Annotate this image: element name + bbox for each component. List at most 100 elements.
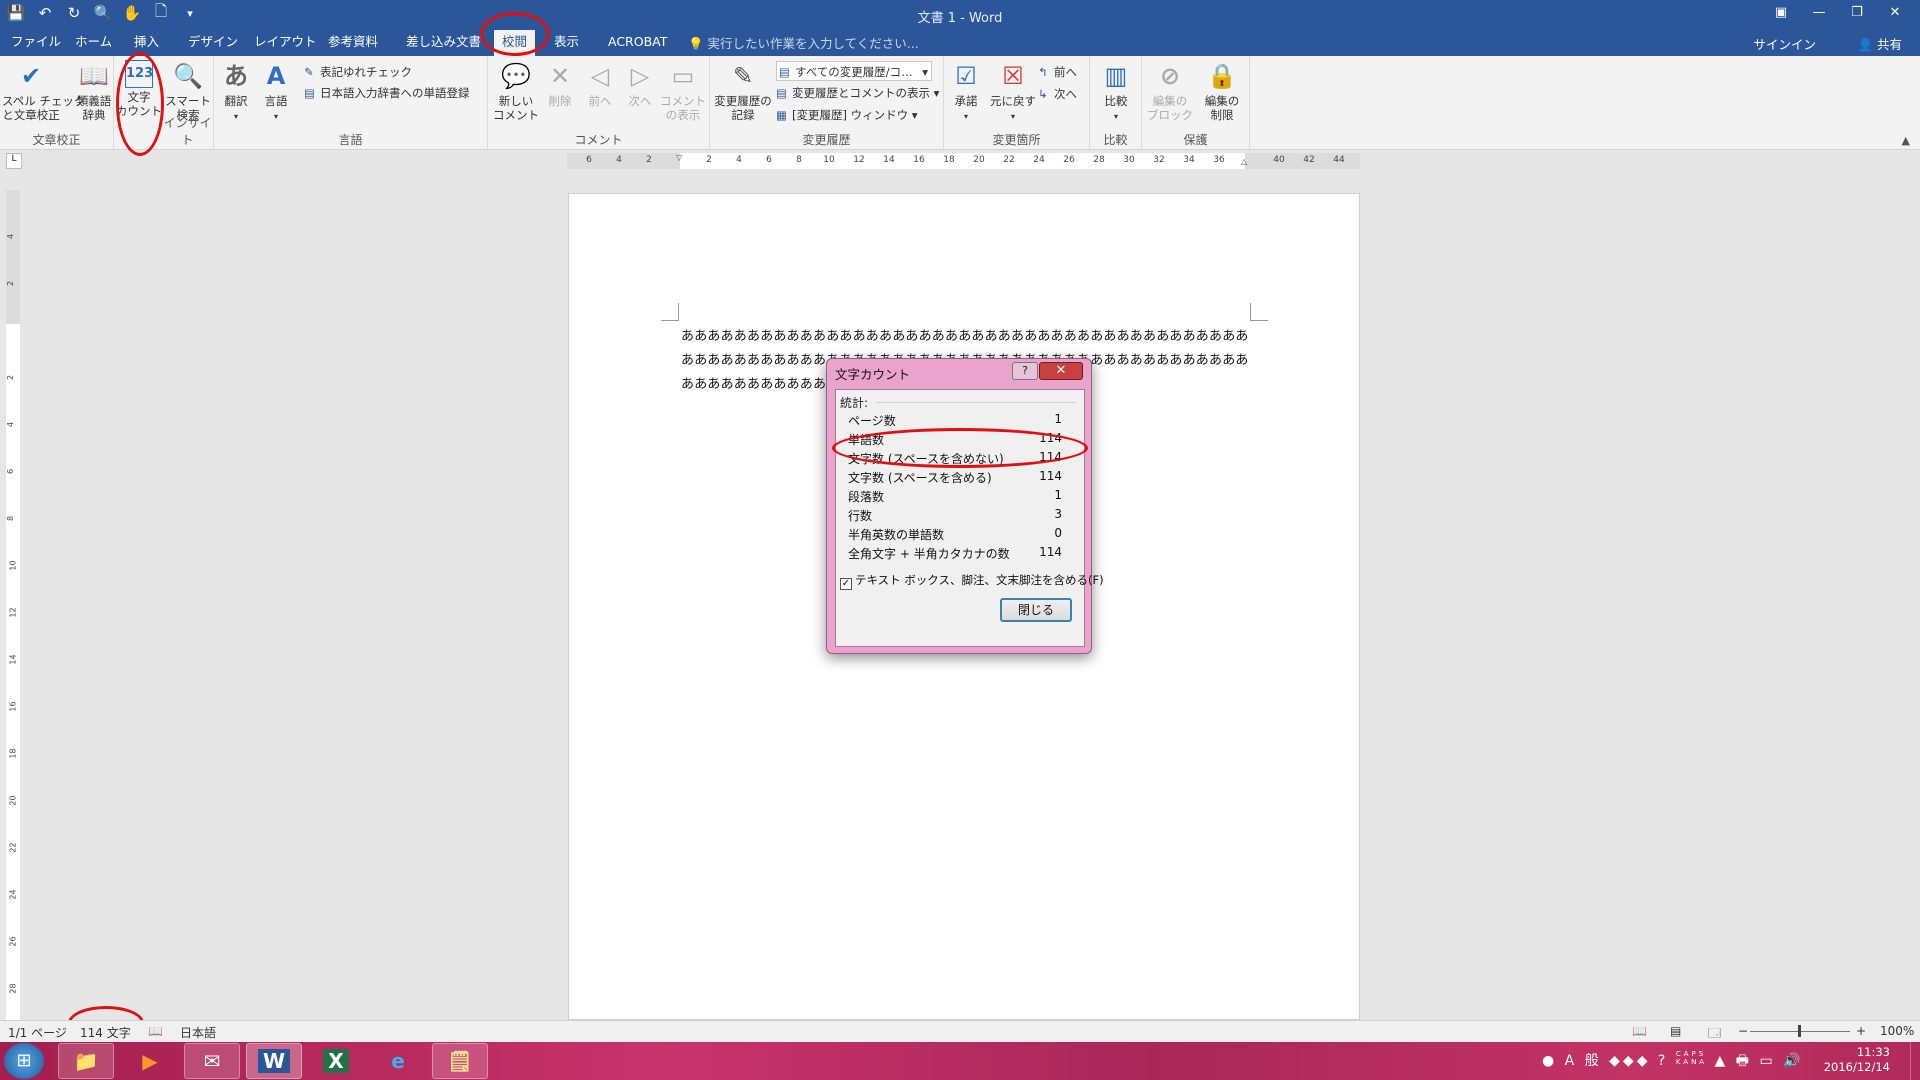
next-change-button[interactable]: ↳ 次へ <box>1038 84 1077 104</box>
include-textboxes-checkbox[interactable]: ✓ テキスト ボックス、脚注、文末脚注を含める(F) <box>840 572 1104 590</box>
thunderbird-taskbar-button[interactable]: ✉ <box>184 1043 240 1079</box>
ruler-number: 12 <box>853 155 865 165</box>
prev-change-button[interactable]: ↰ 前へ <box>1038 62 1077 82</box>
tab-layout[interactable]: レイアウト <box>246 33 325 55</box>
collapse-ribbon-icon[interactable]: ▲ <box>1902 134 1910 147</box>
new-comment-button[interactable]: 💬 新しい コメント <box>492 60 540 122</box>
reject-button[interactable]: ☒ 元に戻す ▾ <box>986 60 1040 124</box>
stat-value: 114 <box>1039 431 1062 445</box>
word-count-button[interactable]: 123 文字 カウント <box>116 60 162 118</box>
network-icon[interactable]: ▭ <box>1759 1053 1775 1069</box>
indent-marker-icon[interactable]: ▽ <box>676 153 682 162</box>
ime-dictionary-button[interactable]: ▤ 日本語入力辞書への単語登録 <box>304 83 470 103</box>
tray-app-icon[interactable]: ◆◆◆ <box>1609 1053 1650 1069</box>
restore-icon[interactable]: ❐ <box>1838 2 1876 24</box>
tab-acrobat[interactable]: ACROBAT <box>600 33 675 55</box>
signin-link[interactable]: サインイン <box>1753 34 1816 53</box>
printer-icon[interactable]: 🖶 <box>1736 1053 1752 1069</box>
sticky-notes-taskbar-button[interactable]: 🗒 <box>432 1043 488 1079</box>
block-authors-button[interactable]: ⊘ 編集の ブロック <box>1144 60 1196 122</box>
show-markup-button[interactable]: ▤ 変更履歴とコメントの表示 ▾ <box>776 83 939 103</box>
group-proofing-label: 文章校正 <box>32 133 81 147</box>
show-desktop-button[interactable] <box>1910 1042 1920 1080</box>
help-icon[interactable]: ? <box>1658 1053 1668 1069</box>
ribbon-display-icon[interactable]: ▣ <box>1762 2 1800 24</box>
markup-select[interactable]: ▤ すべての変更履歴/コ… ▾ <box>776 61 932 81</box>
delete-comment-button[interactable]: ✕ 削除 <box>540 60 580 108</box>
compare-button[interactable]: ▥ 比較 ▾ <box>1094 60 1138 124</box>
right-indent-icon[interactable]: △ <box>1241 157 1247 166</box>
vertical-ruler: 4 2 2 4 6 8 10 12 14 16 18 20 22 24 26 28 <box>6 190 20 1020</box>
start-button[interactable]: ⊞ <box>4 1043 44 1079</box>
notification-icon[interactable]: ● <box>1542 1053 1557 1069</box>
excel-icon: X <box>323 1049 349 1073</box>
tab-design[interactable]: デザイン <box>180 33 246 55</box>
media-player-taskbar-button[interactable]: ▶ <box>122 1043 178 1079</box>
smart-lookup-button[interactable]: 🔍 スマート 検索 <box>164 60 212 122</box>
clock-time: 11:33 <box>1856 1045 1890 1059</box>
ruler-number: 20 <box>973 155 985 165</box>
thesaurus-button[interactable]: 📖 類義語 辞典 <box>72 60 116 122</box>
vruler-number: 2 <box>6 280 16 287</box>
tab-home[interactable]: ホーム <box>67 33 120 55</box>
tab-view[interactable]: 表示 <box>546 33 587 55</box>
tab-review[interactable]: 校閲 <box>494 30 536 56</box>
clock[interactable]: 11:33 2016/12/14 <box>1824 1045 1890 1075</box>
minimize-icon[interactable]: — <box>1800 2 1838 24</box>
volume-icon[interactable]: 🔊 <box>1783 1053 1803 1069</box>
language-button[interactable]: A 言語 ▾ <box>256 60 296 124</box>
language-status[interactable]: 日本語 <box>180 1024 216 1041</box>
accept-button[interactable]: ☑ 承諾 ▾ <box>946 60 986 124</box>
vruler-number: 18 <box>8 748 18 759</box>
delete-comment-icon: ✕ <box>549 62 571 90</box>
proofing-status-icon[interactable]: 📖 <box>148 1024 163 1038</box>
tab-file[interactable]: ファイル <box>3 33 69 55</box>
help-button[interactable]: ? <box>1012 362 1038 380</box>
zoom-out-button[interactable]: − <box>1738 1024 1748 1038</box>
explorer-taskbar-button[interactable]: 📁 <box>58 1043 114 1079</box>
dialog-close-icon[interactable]: ✕ <box>1039 362 1083 380</box>
vruler-number: 6 <box>6 468 16 475</box>
tab-references[interactable]: 参考資料 <box>320 33 386 55</box>
show-comments-icon: ▭ <box>671 62 695 90</box>
clock-date: 2016/12/14 <box>1823 1060 1890 1074</box>
track-changes-button[interactable]: ✎ 変更履歴の 記録 <box>712 60 774 122</box>
tab-insert[interactable]: 挿入 <box>126 33 167 55</box>
hyoki-check-button[interactable]: ✎ 表記ゆれチェック <box>304 62 412 82</box>
print-layout-icon[interactable]: ▤ <box>1670 1024 1681 1038</box>
dialog-body: 統計: ページ数 1 単語数 114 文字数 (スペースを含めない) 114 文字数 … <box>835 389 1104 647</box>
tell-me-box[interactable]: 💡 実行したい作業を入力してください... <box>688 33 919 52</box>
show-hidden-icons[interactable]: ▲ <box>1715 1053 1729 1069</box>
translate-button[interactable]: あ翻訳 ▾ <box>216 60 256 124</box>
close-icon[interactable]: ✕ <box>1876 2 1914 24</box>
reviewing-pane-button[interactable]: ▦ [変更履歴] ウィンドウ ▾ <box>776 105 918 125</box>
read-mode-icon[interactable]: 📖 <box>1632 1024 1647 1038</box>
close-button[interactable]: 閉じる <box>1000 598 1072 622</box>
group-comments-label: コメント <box>574 133 623 147</box>
page-count[interactable]: 1/1 ページ <box>8 1024 67 1041</box>
word-count-status[interactable]: 114 文字 <box>80 1024 131 1041</box>
mail-icon: ✉ <box>203 1049 221 1073</box>
word-count-dialog: 文字カウント ? ✕ 統計: ページ数 1 単語数 114 文字数 (スペースを含め… <box>826 358 1104 654</box>
taskbar: ⊞ 📁 ▶ ✉ W X e 🗒 ● A 般 ◆◆◆ ? CAPS KANA ▲ … <box>0 1042 1920 1080</box>
vruler-number: 14 <box>8 654 18 665</box>
share-button[interactable]: 👤 共有 <box>1857 34 1902 53</box>
zoom-in-button[interactable]: + <box>1856 1024 1866 1038</box>
tab-mailings[interactable]: 差し込み文書 <box>398 33 489 55</box>
next-comment-button[interactable]: ▷ 次へ <box>620 60 660 108</box>
tab-selector[interactable]: L <box>6 153 22 169</box>
restrict-editing-button[interactable]: 🔒 編集の 制限 <box>1196 60 1248 122</box>
prev-comment-icon: ◁ <box>590 62 610 90</box>
prev-comment-button[interactable]: ◁ 前へ <box>580 60 620 108</box>
show-comments-button[interactable]: ▭ コメント の表示 <box>660 60 706 122</box>
excel-taskbar-button[interactable]: X <box>308 1043 364 1079</box>
zoom-slider-thumb[interactable] <box>1798 1025 1801 1037</box>
ribbon: ✔ スペル チェック と文章校正 📖 類義語 辞典 文章校正 123 文字 カウント … <box>0 56 1920 150</box>
ie-taskbar-button[interactable]: e <box>370 1043 426 1079</box>
vruler-number: 4 <box>6 233 16 240</box>
word-taskbar-button[interactable]: W <box>246 1043 302 1079</box>
horizontal-ruler[interactable]: 6 4 2 2 4 6 8 10 12 14 16 18 20 22 24 26 28 30 32 34 36 40 42 4… <box>567 153 1360 169</box>
zoom-level[interactable]: 100% <box>1880 1024 1914 1038</box>
spell-check-button[interactable]: ✔ スペル チェック と文章校正 <box>2 60 85 122</box>
ime-mode[interactable]: A 般 <box>1565 1053 1602 1069</box>
